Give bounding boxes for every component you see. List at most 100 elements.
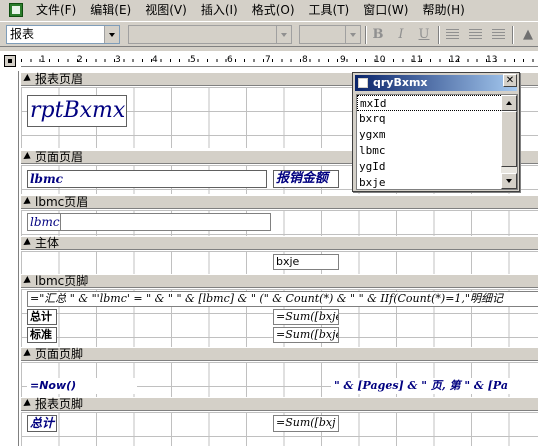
band-label: 主体 [35, 236, 60, 250]
field-item-ygxm[interactable]: ygxm [357, 127, 517, 143]
band-arrow-icon [23, 197, 33, 207]
section-group-header[interactable]: lbmc [21, 210, 538, 236]
field-list-title: qryBxmx [373, 76, 428, 89]
band-label: lbmc页脚 [35, 274, 89, 288]
section-group-footer[interactable]: ="汇总 " & "'lbmc' = " & " " & [lbmc] & " … [21, 289, 538, 347]
band-group-footer[interactable]: lbmc页脚 [21, 274, 538, 288]
std-sum-textbox[interactable]: =Sum([bxje [273, 327, 339, 343]
band-page-footer[interactable]: 页面页脚 [21, 347, 538, 361]
ruler-mark: 4 [152, 55, 158, 65]
underline-button[interactable]: U [414, 26, 434, 44]
std-label[interactable]: 标准 [27, 327, 57, 343]
report-total-sum-textbox[interactable]: =Sum([bxj [273, 415, 339, 432]
ruler-mark: 11 [411, 55, 423, 65]
ruler-mark: 1 [40, 55, 46, 65]
section-page-footer[interactable]: =Now() " & [Pages] & " 页, 第 " & [Pa [21, 362, 538, 400]
toolbar-separator [512, 26, 514, 44]
menu-file[interactable]: 文件(F) [29, 0, 83, 20]
align-right-icon[interactable] [492, 29, 505, 40]
report-selector[interactable] [4, 55, 16, 67]
field-list-window[interactable]: qryBxmx ✕ mxId bxrq ygxm lbmc ygId bxje [352, 72, 520, 192]
lbmc-label[interactable]: lbmc [27, 170, 267, 188]
field-item-bxje[interactable]: bxje [357, 175, 517, 191]
band-label: 报表页脚 [35, 397, 84, 411]
report-design-view: 1 2 3 4 5 6 7 8 9 10 11 12 13 报表页眉 rptBx… [0, 51, 538, 446]
menu-format[interactable]: 格式(O) [245, 0, 302, 20]
scroll-up-icon[interactable] [501, 95, 517, 111]
band-detail[interactable]: 主体 [21, 236, 538, 250]
ruler-mark: 10 [374, 55, 386, 65]
ruler-mark: 12 [449, 55, 461, 65]
object-select-dropdown-icon[interactable] [104, 26, 119, 43]
toolbar-separator [365, 26, 367, 44]
bxje-textbox[interactable]: bxje [273, 254, 339, 270]
table-icon [358, 78, 368, 88]
bold-button[interactable]: B [368, 26, 388, 44]
field-list-titlebar[interactable]: qryBxmx [355, 75, 517, 91]
group-lbmc-textbox[interactable]: lbmc [27, 213, 61, 231]
menu-edit[interactable]: 编辑(E) [83, 0, 138, 20]
ruler-mark: 5 [190, 55, 196, 65]
vertical-ruler[interactable] [2, 71, 19, 446]
ruler-mark: 2 [77, 55, 83, 65]
menu-tools[interactable]: 工具(T) [302, 0, 357, 20]
band-label: lbmc页眉 [35, 195, 89, 209]
fill-color-icon[interactable]: ▲ [518, 26, 538, 44]
menu-window[interactable]: 窗口(W) [356, 0, 415, 20]
font-size-select[interactable] [299, 25, 361, 44]
band-group-header[interactable]: lbmc页眉 [21, 195, 538, 209]
section-detail[interactable]: bxje [21, 251, 538, 274]
field-item-mxid[interactable]: mxId [357, 95, 517, 111]
close-icon[interactable]: ✕ [503, 74, 517, 87]
formatting-toolbar: 报表 B I U ▲ [0, 21, 538, 47]
ruler-mark: 9 [340, 55, 346, 65]
menu-view[interactable]: 视图(V) [138, 0, 194, 20]
menu-bar: 文件(F) 编辑(E) 视图(V) 插入(I) 格式(O) 工具(T) 窗口(W… [0, 0, 538, 20]
align-left-icon[interactable] [446, 29, 459, 40]
band-arrow-icon [23, 238, 33, 248]
group-lbmc-textbox-extent[interactable] [61, 213, 271, 231]
ruler-mark: 8 [302, 55, 308, 65]
italic-button[interactable]: I [391, 26, 411, 44]
font-size-dropdown-icon[interactable] [345, 26, 360, 43]
font-name-select[interactable] [128, 25, 292, 44]
field-item-lbmc[interactable]: lbmc [357, 143, 517, 159]
horizontal-ruler[interactable]: 1 2 3 4 5 6 7 8 9 10 11 12 13 [21, 53, 538, 67]
band-arrow-icon [23, 152, 33, 162]
object-select[interactable]: 报表 [6, 25, 120, 44]
ruler-mark: 7 [265, 55, 271, 65]
band-arrow-icon [23, 74, 33, 84]
title-label[interactable]: rptBxmx [27, 95, 127, 127]
scroll-down-icon[interactable] [501, 173, 517, 189]
now-textbox[interactable]: =Now() [27, 378, 137, 394]
summary-expression-textbox[interactable]: ="汇总 " & "'lbmc' = " & " " & [lbmc] & " … [27, 291, 538, 307]
band-arrow-icon [23, 276, 33, 286]
field-item-ygid[interactable]: ygId [357, 159, 517, 175]
band-arrow-icon [23, 399, 33, 409]
amount-label[interactable]: 报销金额 [273, 170, 339, 188]
band-label: 报表页眉 [35, 72, 84, 86]
field-list-scrollbar[interactable] [501, 95, 517, 189]
band-label: 页面页眉 [35, 150, 84, 164]
total-label[interactable]: 总计 [27, 309, 57, 325]
section-report-footer[interactable]: 总计 =Sum([bxj [21, 412, 538, 446]
object-select-value: 报表 [10, 27, 35, 41]
pages-textbox[interactable]: " & [Pages] & " 页, 第 " & [Pa [331, 378, 538, 394]
font-name-dropdown-icon[interactable] [276, 26, 291, 43]
band-label: 页面页脚 [35, 347, 84, 361]
align-center-icon[interactable] [469, 29, 482, 40]
toolbar-separator [438, 26, 440, 44]
band-report-footer[interactable]: 报表页脚 [21, 397, 538, 411]
ruler-mark: 3 [115, 55, 121, 65]
field-list[interactable]: mxId bxrq ygxm lbmc ygId bxje [356, 94, 518, 190]
band-arrow-icon [23, 349, 33, 359]
report-total-label[interactable]: 总计 [27, 415, 57, 432]
total-sum-textbox[interactable]: =Sum([bxje [273, 309, 339, 325]
ruler-mark: 6 [227, 55, 233, 65]
menu-insert[interactable]: 插入(I) [194, 0, 245, 20]
scroll-thumb[interactable] [501, 111, 517, 167]
field-item-bxrq[interactable]: bxrq [357, 111, 517, 127]
access-app-icon[interactable] [9, 3, 23, 17]
ruler-mark: 13 [486, 55, 498, 65]
menu-help[interactable]: 帮助(H) [415, 0, 471, 20]
